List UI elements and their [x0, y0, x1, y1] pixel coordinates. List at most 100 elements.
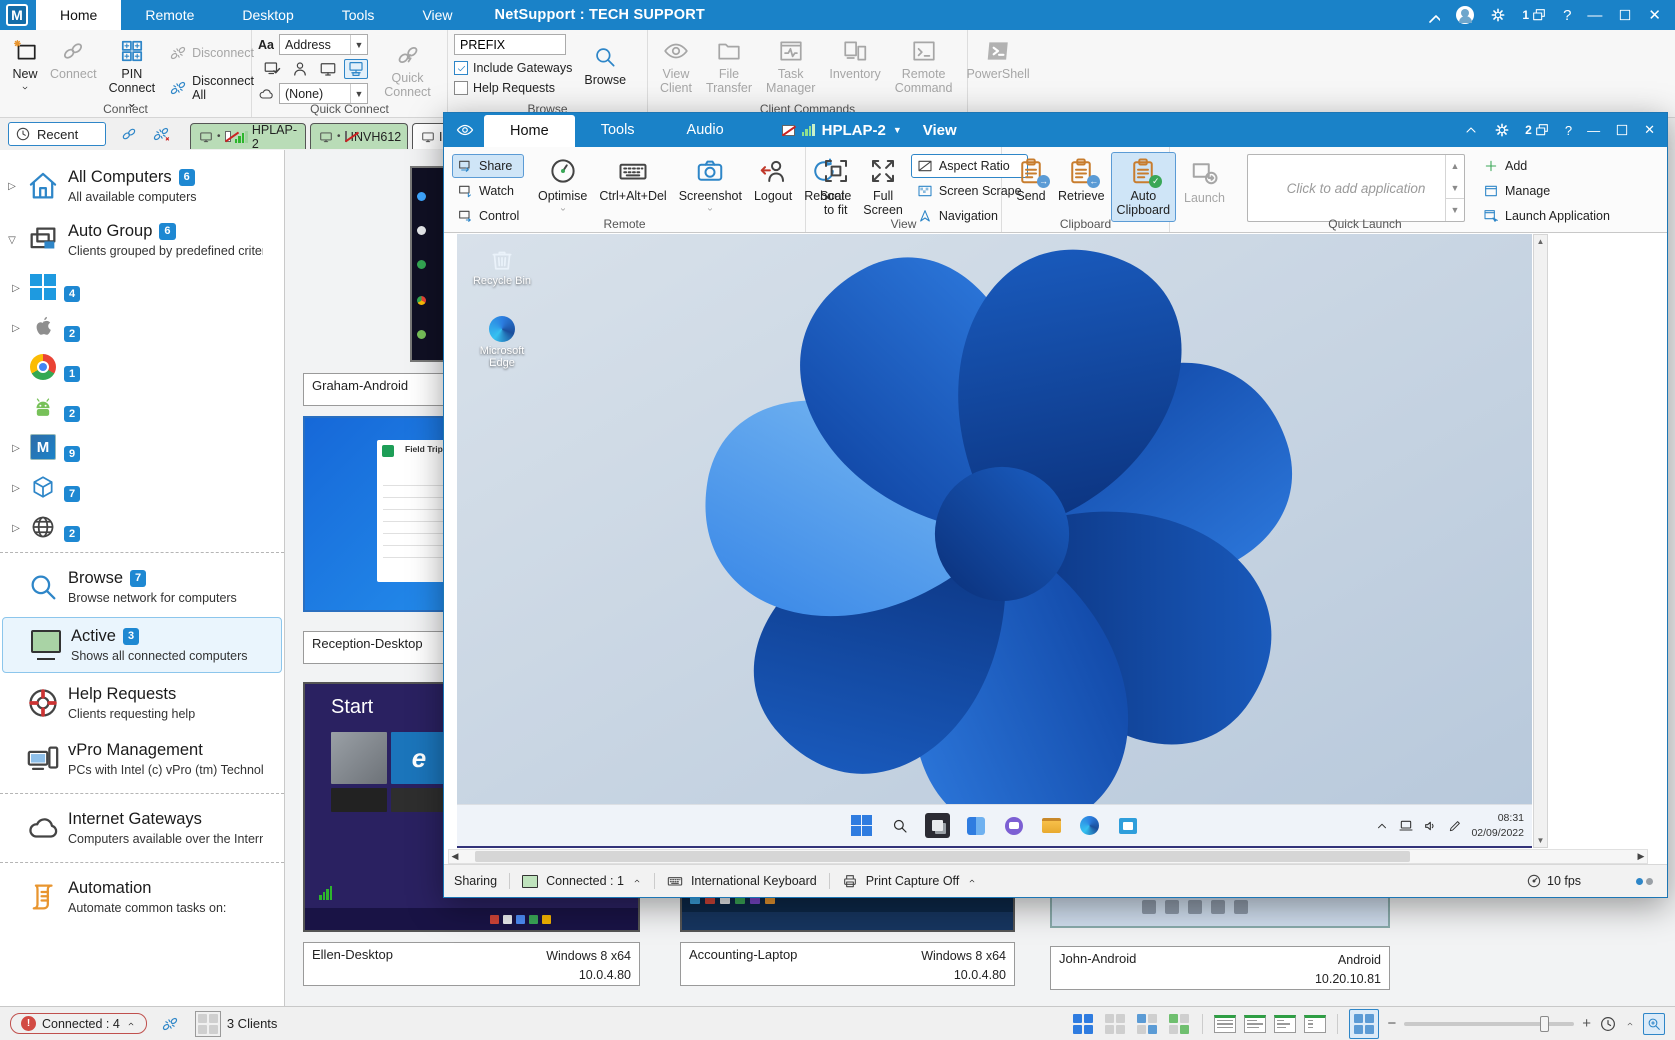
- app-list-scroll[interactable]: ▲▼▼: [1445, 155, 1464, 221]
- taskbar-store-icon[interactable]: [1115, 813, 1140, 838]
- taskbar-search-icon[interactable]: [887, 813, 912, 838]
- zoom-mode-button[interactable]: [1643, 1013, 1665, 1035]
- expand-arrow-icon[interactable]: ▷: [10, 443, 22, 454]
- zoom-in-button[interactable]: +: [1582, 1015, 1591, 1032]
- connect-by-address-icon[interactable]: [316, 59, 340, 79]
- sidebar-group-apple[interactable]: ▷ 2: [0, 306, 284, 346]
- taskbar-task-view-icon[interactable]: [925, 813, 950, 838]
- help-requests-checkbox[interactable]: Help Requests: [454, 81, 572, 95]
- view-tiles-button[interactable]: [1304, 1015, 1326, 1033]
- gateway-combobox[interactable]: (None)▼: [279, 83, 368, 104]
- window-count-button[interactable]: 1: [1522, 7, 1547, 23]
- new-button[interactable]: New: [6, 34, 44, 96]
- ribbon-tab-remote[interactable]: Remote: [121, 0, 218, 30]
- connect-by-subnet-icon[interactable]: [344, 59, 368, 79]
- zoom-out-button[interactable]: −: [1387, 1015, 1396, 1032]
- remote-command-button[interactable]: Remote Command: [889, 34, 959, 100]
- taskbar-widgets-icon[interactable]: [963, 813, 988, 838]
- address-combobox[interactable]: Address▼: [279, 34, 368, 55]
- expand-arrow-icon[interactable]: ▷: [10, 323, 22, 334]
- view-large-thumbnails-button[interactable]: [1071, 1012, 1095, 1036]
- browse-button[interactable]: Browse: [578, 40, 632, 91]
- close-button[interactable]: ✕: [1644, 122, 1655, 138]
- desktop-icon-microsoft-edge[interactable]: Microsoft Edge: [469, 316, 535, 369]
- sidebar-group-virtual[interactable]: ▷ 7: [0, 466, 284, 506]
- watch-button[interactable]: Watch: [452, 179, 524, 203]
- minimize-button[interactable]: —: [1587, 123, 1600, 138]
- sidebar-item-vpro[interactable]: vPro Management PCs with Intel (c) vPro …: [0, 731, 284, 787]
- help-button[interactable]: ?: [1565, 123, 1572, 138]
- user-avatar[interactable]: [1456, 6, 1474, 24]
- optimise-button[interactable]: Optimise: [532, 152, 593, 217]
- viewer-machine-selector[interactable]: HPLAP-2 ▼ View: [782, 122, 957, 139]
- share-button[interactable]: Share: [452, 154, 524, 178]
- clipboard-send-button[interactable]: → Send: [1010, 152, 1052, 207]
- disconnect-button[interactable]: Disconnect: [165, 42, 258, 64]
- view-details-button[interactable]: [1214, 1015, 1236, 1033]
- sidebar-group-windows[interactable]: ▷ 4: [0, 266, 284, 306]
- taskbar-clock[interactable]: 08:3102/09/2022: [1471, 811, 1524, 839]
- expand-arrow-icon[interactable]: ▷: [10, 283, 22, 294]
- sidebar-item-browse[interactable]: Browse7 Browse network for computers: [0, 559, 284, 615]
- sidebar-item-active[interactable]: Active3 Shows all connected computers: [2, 617, 282, 673]
- sidebar-item-help-requests[interactable]: Help Requests Clients requesting help: [0, 675, 284, 731]
- sidebar-item-all-computers[interactable]: ▷ All Computers6 All available computers: [0, 158, 284, 214]
- quick-launch-add-button[interactable]: Add: [1477, 154, 1616, 178]
- browse-prefix-input[interactable]: [454, 34, 566, 55]
- full-screen-button[interactable]: Full Screen: [857, 152, 909, 222]
- desktop-icon-recycle-bin[interactable]: Recycle Bin: [469, 246, 535, 287]
- collapse-ribbon-icon[interactable]: [1463, 122, 1479, 138]
- task-manager-button[interactable]: Task Manager: [760, 34, 821, 100]
- scale-to-fit-button[interactable]: Scale to fit: [814, 152, 857, 222]
- auto-clipboard-button[interactable]: ✓ Auto Clipboard: [1111, 152, 1177, 222]
- recent-dropdown[interactable]: Recent: [8, 122, 106, 146]
- connect-by-user-icon[interactable]: [288, 59, 312, 79]
- viewer-tab-tools[interactable]: Tools: [575, 113, 661, 147]
- thumbnail-view-toggle[interactable]: [1349, 1009, 1379, 1039]
- sidebar-group-web[interactable]: ▷ 2: [0, 506, 284, 546]
- session-tab-hplap2[interactable]: • HPLAP-2: [190, 123, 306, 149]
- maximize-button[interactable]: [1618, 8, 1632, 22]
- view-mixed-button[interactable]: [1135, 1012, 1159, 1036]
- minimize-button[interactable]: —: [1587, 8, 1602, 23]
- connect-button[interactable]: Connect: [44, 34, 103, 85]
- connected-count-pill[interactable]: ! Connected : 4: [10, 1013, 147, 1034]
- ribbon-tab-tools[interactable]: Tools: [318, 0, 399, 30]
- thumbnail-label-accounting[interactable]: Accounting-Laptop Windows 8 x6410.0.4.80: [680, 942, 1015, 986]
- quick-launch-manage-button[interactable]: Manage: [1477, 179, 1616, 203]
- settings-gear-icon[interactable]: [1494, 122, 1510, 138]
- disconnect-link-icon[interactable]: [161, 1015, 179, 1033]
- file-transfer-button[interactable]: File Transfer: [700, 34, 758, 100]
- thumbnail-size-slider[interactable]: [1404, 1022, 1574, 1026]
- refresh-interval-clock-icon[interactable]: [1599, 1015, 1617, 1033]
- inventory-button[interactable]: Inventory: [823, 34, 886, 85]
- thumbnail-label-ellen[interactable]: Ellen-Desktop Windows 8 x6410.0.4.80: [303, 942, 640, 986]
- view-client-button[interactable]: View Client: [654, 34, 698, 100]
- settings-gear-icon[interactable]: [1490, 7, 1506, 23]
- view-small-thumbnails-button[interactable]: [1103, 1012, 1127, 1036]
- expand-arrow-icon[interactable]: ▷: [10, 523, 22, 534]
- ribbon-tab-view[interactable]: View: [398, 0, 476, 30]
- view-list-button[interactable]: [1274, 1015, 1296, 1033]
- viewer-tab-home[interactable]: Home: [484, 115, 575, 147]
- clipboard-retrieve-button[interactable]: ← Retrieve: [1052, 152, 1111, 207]
- chevron-up-icon[interactable]: [1625, 1020, 1635, 1028]
- quick-connect-button[interactable]: Quick Connect: [374, 38, 441, 104]
- sidebar-item-internet-gateways[interactable]: Internet Gateways Computers available ov…: [0, 800, 284, 856]
- expand-arrow-icon[interactable]: ▷: [6, 181, 18, 192]
- window-count-button[interactable]: 2: [1525, 122, 1550, 138]
- chevron-up-icon[interactable]: [967, 877, 977, 885]
- close-button[interactable]: ✕: [1648, 8, 1661, 23]
- chevron-up-icon[interactable]: [632, 877, 642, 885]
- sidebar-group-chrome[interactable]: 1: [0, 346, 284, 386]
- slider-thumb[interactable]: [1540, 1016, 1549, 1032]
- ribbon-tab-home[interactable]: Home: [36, 0, 121, 30]
- connect-by-name-icon[interactable]: [260, 59, 284, 79]
- disconnect-link-icon[interactable]: [152, 125, 170, 143]
- disconnect-all-button[interactable]: Disconnect All: [165, 72, 258, 104]
- start-button[interactable]: [849, 813, 874, 838]
- taskbar-file-explorer-icon[interactable]: [1039, 813, 1064, 838]
- taskbar-edge-icon[interactable]: [1077, 813, 1102, 838]
- viewport-horizontal-scrollbar[interactable]: ◀ ▶: [448, 849, 1648, 864]
- sidebar-item-auto-group[interactable]: ▽ Auto Group6 Clients grouped by predefi…: [0, 214, 284, 266]
